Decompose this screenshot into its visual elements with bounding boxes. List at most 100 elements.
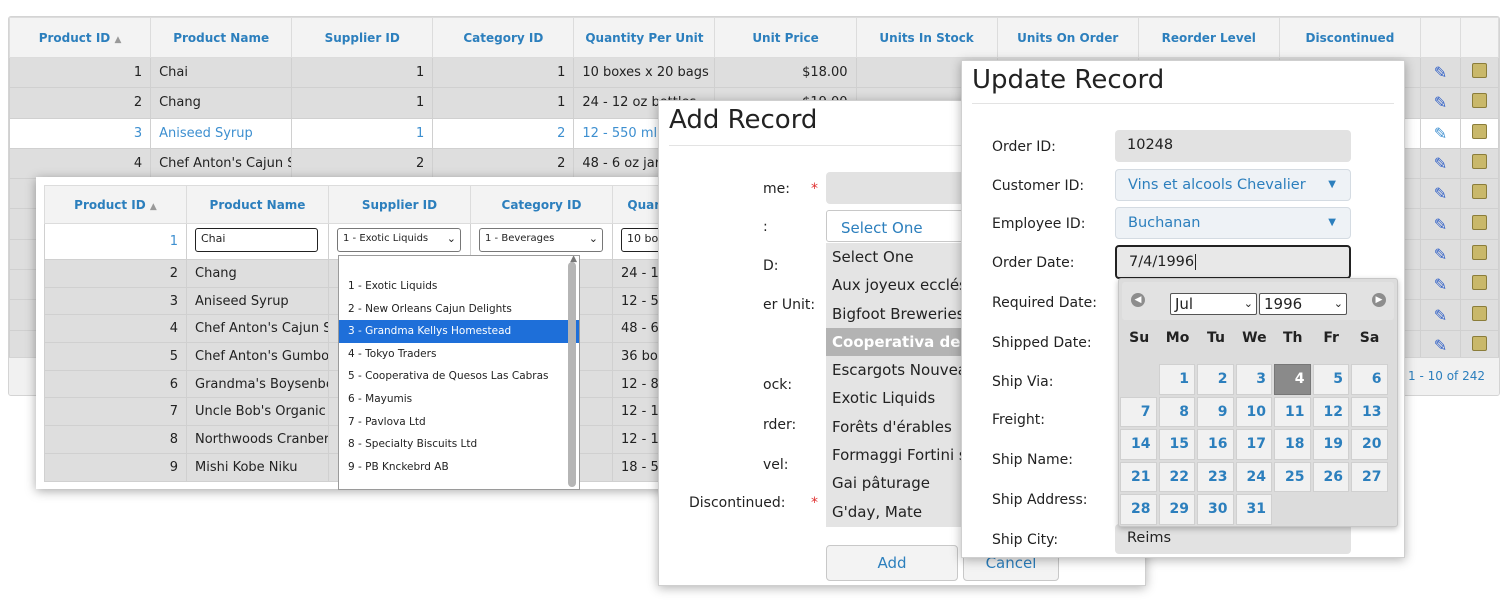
calendar-day[interactable]: 24 xyxy=(1235,461,1272,492)
calendar-day[interactable]: 8 xyxy=(1158,396,1195,427)
dropdown-option[interactable]: Formaggi Fortini s.r.l. xyxy=(826,441,966,469)
calendar-day[interactable]: 17 xyxy=(1235,429,1272,460)
product-name-input[interactable]: Chai xyxy=(195,227,318,252)
calendar-day-selected[interactable]: 4 xyxy=(1274,364,1311,395)
dropdown-option[interactable]: Select One xyxy=(826,243,966,271)
calendar-day[interactable]: 14 xyxy=(1120,429,1157,460)
year-select[interactable]: 1996 ⌄ xyxy=(1259,293,1347,315)
calendar-day[interactable]: 9 xyxy=(1197,396,1234,427)
dropdown-option[interactable]: Gai pâturage xyxy=(826,469,966,497)
calendar-day[interactable]: 2 xyxy=(1197,364,1234,395)
delete-button[interactable] xyxy=(1459,329,1499,361)
dropdown-option[interactable]: 8 - Specialty Biscuits Ltd xyxy=(339,433,579,456)
column-header[interactable]: Reorder Level xyxy=(1137,17,1280,58)
edit-button[interactable]: ✎ xyxy=(1419,117,1461,149)
calendar-day[interactable]: 6 xyxy=(1351,364,1388,395)
dropdown-option[interactable]: 3 - Grandma Kellys Homestead xyxy=(339,320,579,343)
column-header[interactable]: Product ID ▲ xyxy=(44,185,187,224)
calendar-day[interactable]: 20 xyxy=(1351,429,1388,460)
dropdown-option[interactable]: G'day, Mate xyxy=(826,498,966,526)
delete-button[interactable] xyxy=(1459,87,1499,119)
column-header[interactable]: Supplier ID xyxy=(328,185,471,224)
ship-city-field[interactable]: Reims xyxy=(1115,524,1351,554)
calendar-day[interactable]: 29 xyxy=(1158,494,1195,525)
delete-button[interactable] xyxy=(1459,238,1499,271)
dropdown-option[interactable]: 6 - Mayumis xyxy=(339,388,579,411)
edit-button[interactable]: ✎ xyxy=(1419,147,1461,180)
dropdown-option[interactable]: 2 - New Orleans Cajun Delights xyxy=(339,298,579,321)
edit-button[interactable]: ✎ xyxy=(1419,269,1461,301)
column-header[interactable]: Units In Stock xyxy=(855,17,998,58)
calendar-day[interactable]: 3 xyxy=(1235,364,1272,395)
delete-button[interactable] xyxy=(1459,178,1499,210)
calendar-day[interactable]: 25 xyxy=(1274,461,1311,492)
column-header[interactable]: Category ID xyxy=(432,17,575,58)
column-header[interactable]: Product ID ▲ xyxy=(9,17,152,58)
delete-button[interactable] xyxy=(1459,208,1499,240)
edit-button[interactable]: ✎ xyxy=(1419,87,1461,119)
column-header[interactable]: Product Name xyxy=(186,185,329,224)
calendar-day[interactable]: 5 xyxy=(1312,364,1349,395)
column-header[interactable]: Category ID xyxy=(470,185,613,224)
column-header[interactable]: Quantity Per Unit xyxy=(573,17,716,58)
column-header[interactable]: Supplier ID xyxy=(291,17,434,58)
delete-button[interactable] xyxy=(1459,117,1499,149)
dropdown-option[interactable]: Cooperativa de Quesos Las Cabras xyxy=(826,327,966,357)
calendar-day[interactable]: 23 xyxy=(1197,461,1234,492)
category-select[interactable]: 1 - Beverages ⌄ xyxy=(479,227,603,252)
delete-button[interactable] xyxy=(1459,56,1499,89)
field-label: Customer ID: xyxy=(992,178,1085,194)
calendar-day[interactable]: 10 xyxy=(1235,396,1272,427)
edit-button[interactable]: ✎ xyxy=(1419,299,1461,331)
calendar-day[interactable]: 16 xyxy=(1197,429,1234,460)
dropdown-option[interactable]: Forêts d'érables xyxy=(826,413,966,441)
column-header[interactable]: Units On Order xyxy=(996,17,1139,58)
calendar-day[interactable]: 27 xyxy=(1351,461,1388,492)
scroll-up-icon[interactable]: ▲ xyxy=(570,256,577,264)
calendar-day[interactable]: 11 xyxy=(1274,396,1311,427)
delete-button[interactable] xyxy=(1459,299,1499,331)
edit-button[interactable]: ✎ xyxy=(1419,208,1461,240)
calendar-day[interactable]: 21 xyxy=(1120,461,1157,492)
dropdown-option[interactable]: 5 - Cooperativa de Quesos Las Cabras xyxy=(339,365,579,388)
dropdown-option[interactable]: 7 - Pavlova Ltd xyxy=(339,411,579,434)
calendar-day[interactable]: 12 xyxy=(1312,396,1349,427)
calendar-day[interactable]: 18 xyxy=(1274,429,1311,460)
delete-button[interactable] xyxy=(1459,269,1499,301)
dropdown-option[interactable]: Exotic Liquids xyxy=(826,384,966,412)
calendar-day[interactable]: 28 xyxy=(1120,494,1157,525)
dropdown-option[interactable]: 9 - PB Knckebrd AB xyxy=(339,456,579,479)
arrow-left-icon[interactable]: ◀ xyxy=(1131,293,1145,307)
month-select[interactable]: Jul ⌄ xyxy=(1170,293,1257,315)
order-date-input[interactable]: 7/4/1996 xyxy=(1115,245,1351,279)
dropdown-option[interactable]: Escargots Nouveaux xyxy=(826,356,966,384)
calendar-day[interactable]: 22 xyxy=(1158,461,1195,492)
column-header[interactable]: Product Name xyxy=(150,17,293,58)
edit-button[interactable]: ✎ xyxy=(1419,329,1461,361)
product-name-field[interactable] xyxy=(826,172,966,204)
dropdown-option[interactable]: Bigfoot Breweries xyxy=(826,300,966,328)
customer-id-select[interactable]: Vins et alcools Chevalier ▼ xyxy=(1115,169,1351,201)
calendar-day[interactable]: 26 xyxy=(1312,461,1349,492)
edit-button[interactable]: ✎ xyxy=(1419,56,1461,89)
dropdown-scrollbar[interactable] xyxy=(568,262,576,487)
employee-id-select[interactable]: Buchanan ▼ xyxy=(1115,207,1351,239)
delete-button[interactable] xyxy=(1459,147,1499,180)
calendar-day[interactable]: 15 xyxy=(1158,429,1195,460)
edit-button[interactable]: ✎ xyxy=(1419,238,1461,271)
calendar-day[interactable]: 31 xyxy=(1235,494,1272,525)
dropdown-option[interactable]: 1 - Exotic Liquids xyxy=(339,275,579,298)
edit-button[interactable]: ✎ xyxy=(1419,178,1461,210)
supplier-select[interactable]: 1 - Exotic Liquids ⌄ xyxy=(337,227,461,252)
calendar-day[interactable]: 30 xyxy=(1197,494,1234,525)
column-header[interactable]: Discontinued xyxy=(1278,17,1421,58)
calendar-day[interactable]: 13 xyxy=(1351,396,1388,427)
arrow-right-icon[interactable]: ▶ xyxy=(1372,293,1386,307)
calendar-day[interactable]: 19 xyxy=(1312,429,1349,460)
add-button[interactable]: Add xyxy=(826,545,958,581)
dropdown-option[interactable]: 4 - Tokyo Traders xyxy=(339,343,579,366)
column-header[interactable]: Unit Price xyxy=(714,17,857,58)
calendar-day[interactable]: 7 xyxy=(1120,396,1157,427)
calendar-day[interactable]: 1 xyxy=(1158,364,1195,395)
dropdown-option[interactable]: Aux joyeux ecclésiastiques xyxy=(826,271,966,299)
